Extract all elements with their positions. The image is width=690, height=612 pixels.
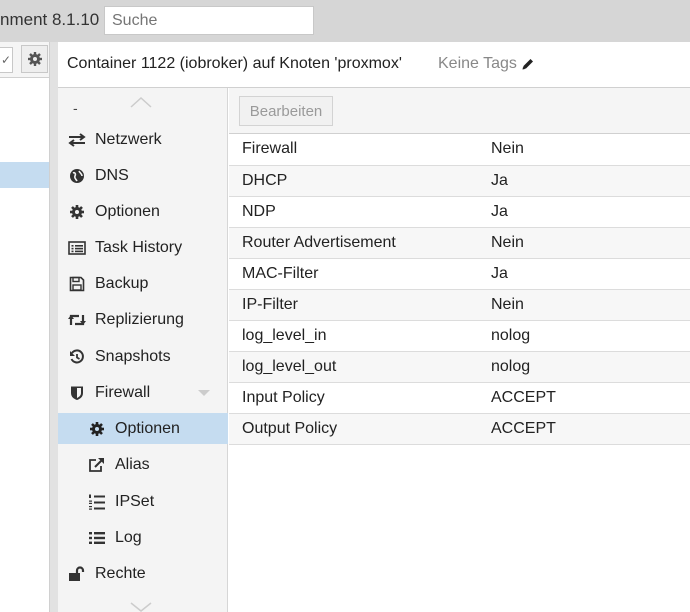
table-row[interactable]: log_level_in nolog (229, 320, 690, 352)
nav-item-optionen[interactable]: Optionen (58, 196, 228, 227)
config-nav: - Netzwerk DNS Optionen Task History Bac… (58, 88, 228, 612)
chevron-down-icon[interactable] (197, 389, 211, 397)
search-input[interactable] (104, 6, 314, 35)
table-row[interactable]: Output Policy ACCEPT (229, 413, 690, 445)
option-value: ACCEPT (478, 413, 690, 445)
table-row[interactable]: NDP Ja (229, 196, 690, 228)
nav-item-task-history[interactable]: Task History (58, 232, 228, 263)
gear-icon (27, 52, 42, 66)
history-icon (70, 348, 84, 363)
table-row[interactable]: Firewall Nein (229, 134, 690, 166)
splitter[interactable] (50, 42, 58, 612)
nav-item-firewall[interactable]: Firewall (58, 377, 228, 408)
table-row[interactable]: IP-Filter Nein (229, 289, 690, 321)
edit-button[interactable]: Bearbeiten (239, 96, 333, 126)
app-title: nment 8.1.10 (0, 10, 100, 29)
option-value: Nein (478, 289, 690, 321)
nav-item-backup[interactable]: Backup (58, 268, 228, 299)
tags-label: Keine Tags (438, 55, 517, 72)
option-value: nolog (478, 351, 690, 383)
floppy-icon (69, 276, 85, 291)
table-row[interactable]: log_level_out nolog (229, 351, 690, 383)
option-value: Nein (478, 227, 690, 259)
nav-item-label: DNS (95, 166, 129, 184)
table-row[interactable]: Input Policy ACCEPT (229, 382, 690, 414)
nav-item-dns[interactable]: DNS (58, 160, 228, 191)
page-title: Container 1122 (iobroker) auf Knoten 'pr… (67, 55, 402, 72)
exchange-icon (68, 132, 86, 147)
panel-toolbar: Bearbeiten (229, 88, 690, 134)
table-row[interactable]: MAC-Filter Ja (229, 258, 690, 290)
option-value: Ja (478, 196, 690, 228)
nav-item-alias[interactable]: Alias (58, 449, 228, 480)
top-bar: nment 8.1.10 (0, 0, 690, 42)
list-alt-icon (68, 240, 86, 255)
option-name: MAC-Filter (229, 258, 478, 290)
option-value: Ja (478, 258, 690, 290)
option-name: log_level_in (229, 320, 478, 352)
option-name: DHCP (229, 165, 478, 197)
option-name: Firewall (229, 134, 478, 166)
option-name: NDP (229, 196, 478, 228)
nav-item-rechte[interactable]: Rechte (58, 558, 228, 589)
gear-icon (90, 421, 104, 436)
nav-item-ipset[interactable]: IPSet (58, 486, 228, 517)
option-value: ACCEPT (478, 382, 690, 414)
option-name: Router Advertisement (229, 227, 478, 259)
resource-tree: ✓ (0, 42, 50, 612)
external-link-icon (89, 457, 104, 472)
list-icon (89, 531, 105, 544)
retweet-icon (68, 314, 86, 325)
nav-item-snapshots[interactable]: Snapshots (58, 341, 228, 372)
scroll-down-icon[interactable] (130, 602, 152, 612)
nav-dash: - (73, 100, 78, 116)
firewall-options-panel: Bearbeiten Firewall Nein DHCP Ja NDP Ja Router… (229, 88, 690, 612)
table-row[interactable]: Router Advertisement Nein (229, 227, 690, 259)
option-value: Nein (478, 134, 690, 166)
option-name: Output Policy (229, 413, 478, 445)
tree-settings-button[interactable] (21, 45, 48, 73)
nav-item-label: Optionen (95, 202, 160, 220)
nav-item-label: Alias (115, 455, 150, 473)
option-value: nolog (478, 320, 690, 352)
nav-item-label: Netzwerk (95, 130, 162, 148)
content-header: Container 1122 (iobroker) auf Knoten 'pr… (58, 42, 690, 88)
gear-icon (70, 204, 84, 219)
table-row[interactable]: DHCP Ja (229, 165, 690, 197)
nav-item-firewall-optionen[interactable]: Optionen (58, 413, 228, 444)
nav-item-label: IPSet (115, 492, 155, 510)
nav-item-label: Backup (95, 274, 149, 292)
unlock-icon (69, 565, 85, 581)
scroll-up-icon[interactable] (130, 96, 152, 108)
nav-item-label: Log (115, 528, 142, 546)
nav-item-label: Optionen (115, 419, 180, 437)
tree-selected-row[interactable] (0, 162, 49, 188)
nav-item-replizierung[interactable]: Replizierung (58, 304, 228, 335)
nav-item-label: Replizierung (95, 310, 184, 328)
option-value: Ja (478, 165, 690, 197)
options-grid: Firewall Nein DHCP Ja NDP Ja Router Advertisem… (229, 134, 690, 445)
nav-item-netzwerk[interactable]: Netzwerk (58, 124, 228, 155)
shield-icon (71, 386, 83, 400)
resource-tree-toolbar: ✓ (0, 42, 49, 78)
pencil-icon[interactable] (521, 57, 535, 71)
nav-item-label: Snapshots (95, 347, 171, 365)
nav-item-label: Firewall (95, 383, 151, 401)
option-name: log_level_out (229, 351, 478, 383)
view-select[interactable]: ✓ (0, 47, 13, 73)
globe-icon (70, 168, 84, 183)
list-ol-icon (89, 494, 105, 510)
option-name: Input Policy (229, 382, 478, 414)
nav-item-log[interactable]: Log (58, 522, 228, 553)
nav-item-label: Rechte (95, 564, 146, 582)
tags-editor[interactable]: Keine Tags (438, 55, 535, 73)
nav-item-label: Task History (95, 238, 183, 256)
option-name: IP-Filter (229, 289, 478, 321)
